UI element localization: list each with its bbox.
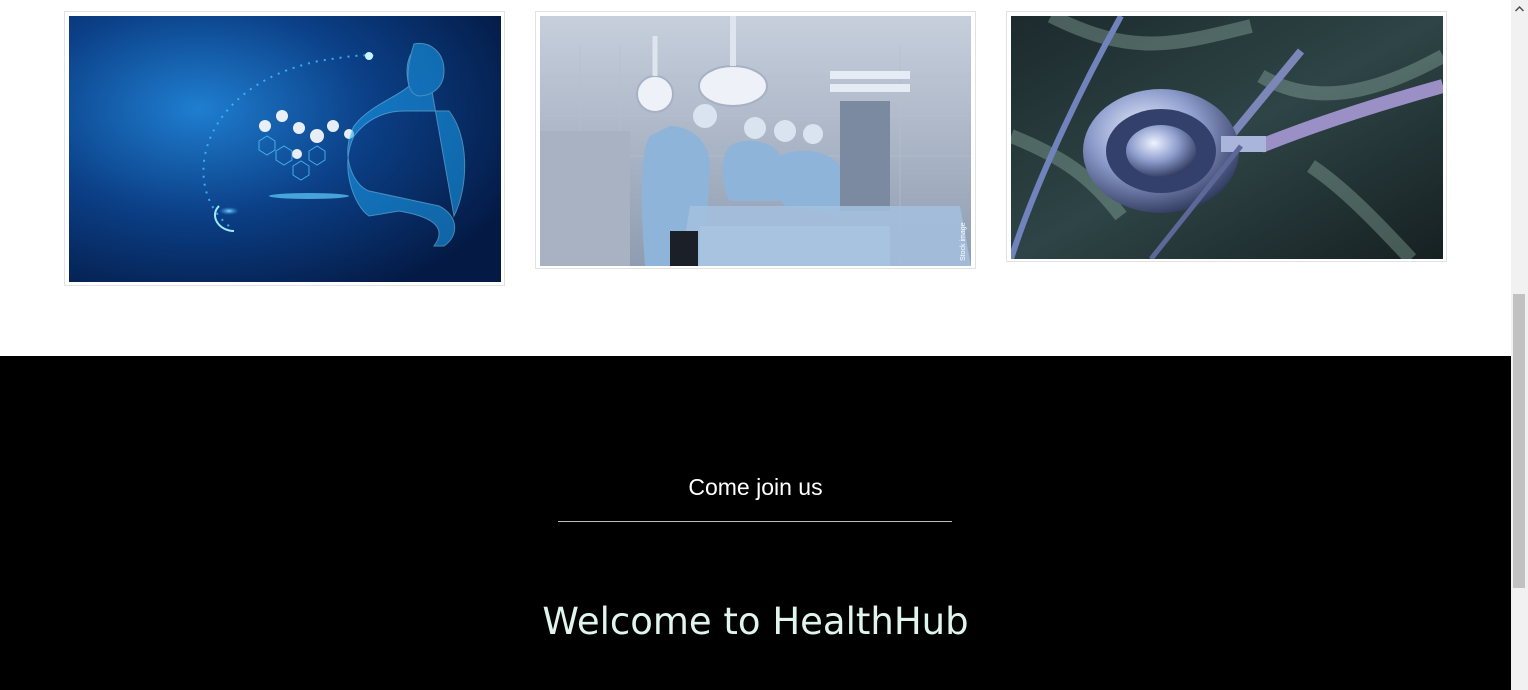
surgery-team-image: Stock image [540,16,971,266]
digital-doctor-image [69,16,501,282]
welcome-heading: Welcome to HealthHub [542,600,969,643]
join-heading: Come join us [688,474,823,500]
scrollbar-thumb[interactable] [1513,294,1525,588]
gallery-card-stethoscope [1006,11,1447,262]
stethoscope-image [1011,16,1443,259]
gallery-card-digital-doctor [64,11,505,286]
page: Stock image Come join us Welcome to Heal… [0,0,1528,690]
stock-image-caption: Stock image [960,222,967,261]
chevron-up-icon[interactable] [1511,0,1528,17]
page-content: Stock image Come join us Welcome to Heal… [0,0,1511,690]
image-gallery: Stock image [0,0,1511,356]
gallery-card-operating-room: Stock image [535,11,976,269]
vertical-scrollbar[interactable] [1511,0,1528,690]
join-us-section: Come join us Welcome to HealthHub [0,356,1511,690]
section-divider [558,521,952,522]
